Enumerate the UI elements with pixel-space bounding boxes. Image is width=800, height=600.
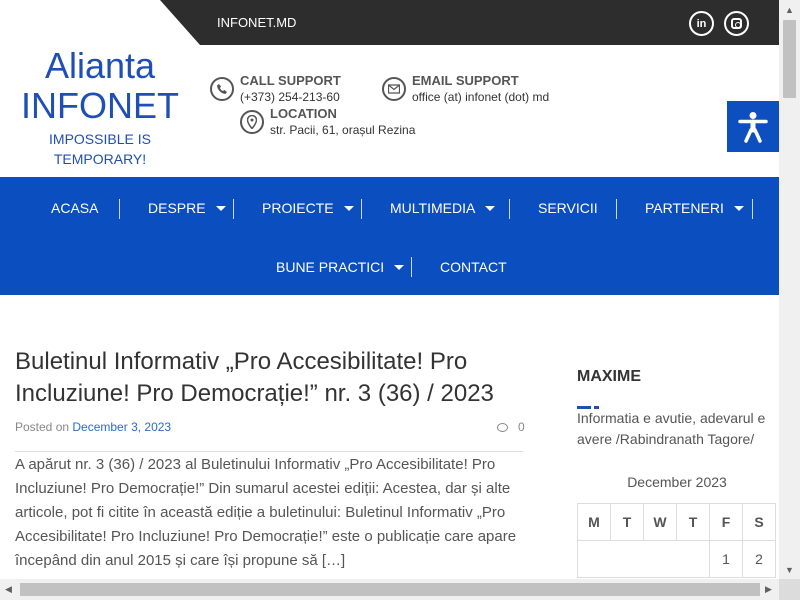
comment-icon [497, 422, 508, 432]
instagram-icon[interactable] [724, 11, 749, 36]
nav-item-despre[interactable]: DESPRE [148, 200, 226, 216]
chevron-down-icon [215, 205, 226, 211]
nav-divider [361, 199, 362, 219]
nav-divider [752, 199, 753, 219]
calendar-header-row: M T W T F S [577, 503, 776, 541]
divider [15, 451, 523, 452]
weekday-header: M [577, 503, 611, 541]
sidebar-quote: Informatia e avutie, adevarul e avere /R… [577, 410, 766, 447]
weekday-header: T [676, 503, 710, 541]
weekday-header: S [742, 503, 776, 541]
weekday-header: W [643, 503, 677, 541]
logo-tagline-2: TEMPORARY! [53, 151, 147, 167]
email-icon [382, 77, 406, 101]
nav-item-multimedia[interactable]: MULTIMEDIA [390, 200, 496, 216]
chevron-down-icon [485, 205, 496, 211]
call-support-value: (+373) 254-213-60 [240, 90, 340, 104]
email-support-label: EMAIL SUPPORT [412, 73, 519, 88]
post-date[interactable]: December 3, 2023 [72, 420, 171, 434]
weekday-header: F [709, 503, 743, 541]
chevron-down-icon [343, 205, 354, 211]
post-meta: Posted on December 3, 2023 [15, 420, 171, 434]
calendar-day: 2 [742, 540, 776, 578]
nav-divider [509, 199, 510, 219]
nav-item-servicii[interactable]: SERVICII [538, 200, 598, 216]
calendar-row: 1 2 [577, 540, 776, 578]
horizontal-scrollbar[interactable]: ◀ ▶ [0, 579, 779, 600]
nav-item-parteneri[interactable]: PARTENERI [645, 200, 744, 216]
horizontal-scrollbar-thumb[interactable] [20, 583, 760, 596]
accessibility-button[interactable] [727, 101, 779, 152]
posted-on-label: Posted on [15, 420, 73, 434]
post-excerpt: A apărut nr. 3 (36) / 2023 al Buletinulu… [15, 456, 517, 569]
sidebar-widget-title: MAXIME [577, 368, 641, 385]
email-support-value: office (at) infonet (dot) md [412, 90, 550, 104]
calendar-table: M T W T F S 1 2 [577, 503, 776, 578]
scroll-up-arrow-icon[interactable]: ▲ [785, 5, 794, 15]
nav-divider [233, 199, 234, 219]
chevron-down-icon [394, 264, 405, 270]
calendar-day: 1 [709, 540, 743, 578]
call-support: CALL SUPPORT (+373) 254-213-60 [210, 73, 341, 105]
comments-link[interactable]: 0 [497, 420, 525, 434]
nav-divider [411, 257, 412, 277]
comment-count: 0 [518, 420, 525, 434]
nav-item-acasa[interactable]: ACASA [51, 200, 98, 216]
scroll-down-arrow-icon[interactable]: ▼ [785, 565, 794, 575]
accessibility-icon [738, 111, 768, 143]
location-pin-icon [240, 110, 264, 134]
calendar-empty-cell [577, 540, 710, 578]
vertical-scrollbar[interactable]: ▲ ▼ [779, 0, 800, 600]
widget-title-underline [577, 396, 599, 409]
location-value: str. Pacii, 61, orașul Rezina [270, 123, 416, 137]
linkedin-icon[interactable]: in [689, 11, 714, 36]
site-name-link[interactable]: INFONET.MD [217, 15, 296, 30]
location: LOCATION str. Pacii, 61, orașul Rezina [240, 106, 415, 138]
scrollbar-corner [779, 579, 800, 600]
site-logo[interactable]: Alianta INFONET IMPOSSIBLE IS TEMPORARY! [0, 45, 200, 169]
logo-line-1: Alianta [44, 45, 156, 86]
calendar-caption: December 2023 [627, 474, 727, 490]
main-navigation [0, 177, 779, 295]
scroll-left-arrow-icon[interactable]: ◀ [5, 584, 12, 595]
nav-item-proiecte[interactable]: PROIECTE [262, 200, 354, 216]
vertical-scrollbar-thumb[interactable] [783, 20, 796, 98]
call-support-label: CALL SUPPORT [240, 73, 341, 88]
post-title[interactable]: Buletinul Informativ „Pro Accesibilitate… [15, 346, 525, 410]
nav-item-contact[interactable]: CONTACT [440, 259, 507, 275]
nav-item-bune-practici[interactable]: BUNE PRACTICI [276, 259, 405, 275]
nav-divider [119, 199, 120, 219]
phone-icon [210, 77, 234, 101]
logo-line-2: INFONET [21, 85, 179, 126]
email-support: EMAIL SUPPORT office (at) infonet (dot) … [382, 73, 549, 105]
scroll-right-arrow-icon[interactable]: ▶ [765, 584, 772, 595]
nav-divider [616, 199, 617, 219]
logo-tagline-1: IMPOSSIBLE IS [49, 131, 151, 147]
location-label: LOCATION [270, 106, 337, 121]
weekday-header: T [610, 503, 644, 541]
chevron-down-icon [733, 205, 744, 211]
